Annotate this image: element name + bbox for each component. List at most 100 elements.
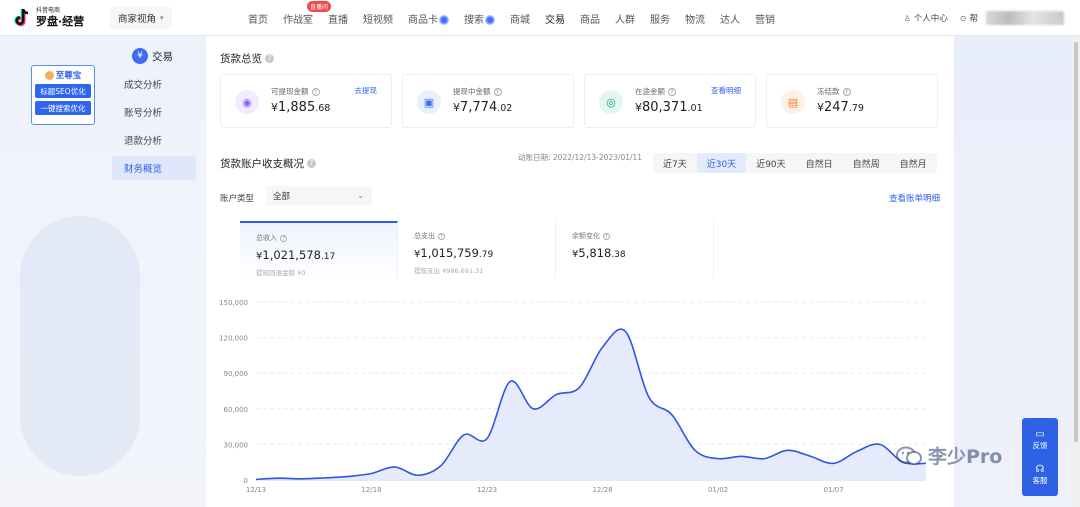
card-link[interactable]: 去提现 xyxy=(355,85,378,96)
menu-item-5[interactable]: 搜索 xyxy=(464,11,495,26)
zhizunbao-promo: 至尊宝 标题SEO优化 一键搜索优化 xyxy=(31,65,95,125)
menu-item-label: 首页 xyxy=(248,14,268,26)
card-link[interactable]: 查看明细 xyxy=(711,85,741,96)
feedback-button[interactable]: ▭ 反馈 xyxy=(1033,429,1048,451)
service-button[interactable]: ☊ 客服 xyxy=(1033,464,1048,486)
range-tab-1[interactable]: 近30天 xyxy=(696,153,747,173)
bill-detail-link[interactable]: 查看账单明细 xyxy=(889,192,940,204)
y-tick-label: 60,000 xyxy=(224,406,249,414)
question-icon[interactable]: ? xyxy=(668,87,676,96)
sidebar-item-0[interactable]: 成交分析 xyxy=(112,72,196,96)
sidebar: ¥ 交易 成交分析账号分析退款分析财务概览 xyxy=(112,44,196,180)
summary-label: 余额变化 xyxy=(572,232,600,240)
menu-item-label: 直播 xyxy=(328,14,348,26)
wallet-icon: ◉ xyxy=(235,90,259,114)
menu-item-4[interactable]: 商品卡 xyxy=(408,11,449,26)
help-link[interactable]: ⊙ 帮 xyxy=(959,12,978,25)
summary-tab-1[interactable]: 总支出? ¥1,015,759.79 提现支出 ¥986,691.31 xyxy=(398,221,556,279)
help-icon: ⊙ xyxy=(959,13,967,23)
sidebar-item-2[interactable]: 退款分析 xyxy=(112,128,196,152)
date-range-tabs: 近7天 近30天 近90天 自然日 自然周 自然月 xyxy=(653,153,937,173)
range-tab-2[interactable]: 近90天 xyxy=(746,153,795,173)
summary-tabs: 总收入? ¥1,021,578.17 提现回退金额 ¥0 总支出? ¥1,015,759… xyxy=(240,221,714,279)
title-seo-button[interactable]: 标题SEO优化 xyxy=(35,84,91,98)
question-icon[interactable]: ? xyxy=(311,87,320,96)
account-type-label: 账户类型 xyxy=(220,194,255,204)
overview-card: ▤ 冻结款? ¥247.79 xyxy=(766,74,938,128)
menu-item-3[interactable]: 短视频 xyxy=(363,11,393,26)
range-tab-0[interactable]: 近7天 xyxy=(653,153,697,173)
wechat-icon xyxy=(896,446,922,465)
range-tab-5[interactable]: 自然月 xyxy=(890,153,937,173)
menu-item-7[interactable]: 交易 xyxy=(545,11,565,26)
menu-item-label: 商城 xyxy=(510,14,530,26)
x-tick-label: 01/07 xyxy=(823,486,843,494)
account-avatar[interactable] xyxy=(986,11,1064,25)
summary-value: ¥1,021,578.17 xyxy=(256,248,336,262)
headset-icon: ☊ xyxy=(1035,463,1045,475)
menu-item-label: 短视频 xyxy=(363,14,393,26)
summary-tab-2[interactable]: 余额变化? ¥5,818.38 xyxy=(556,221,714,279)
x-tick-label: 12/23 xyxy=(477,486,497,494)
service-label: 客服 xyxy=(1032,475,1048,485)
question-icon[interactable]: ? xyxy=(603,232,610,240)
help-label: 帮 xyxy=(969,14,978,24)
account-type-select[interactable]: 全部 ⌄ xyxy=(266,186,372,206)
coins-icon: ◎ xyxy=(599,90,623,114)
x-tick-label: 12/13 xyxy=(246,486,266,494)
menu-item-label: 人群 xyxy=(615,14,635,26)
merchant-view-dropdown[interactable]: 商家视角 ▾ xyxy=(110,6,172,29)
overview-cards: ◉ 可提现金额? 去提现 ¥1,885.68 ▣ 提现中金额? ¥7,774.02 ◎ 在途金额… xyxy=(220,74,938,128)
menu-item-label: 交易 xyxy=(545,14,565,26)
top-navigation-bar: 抖音电商 罗盘·经营 商家视角 ▾ 首页 作战室 直播间 直播 短视频 商品卡 搜索 商城 交易… xyxy=(0,0,1080,36)
personal-center-link[interactable]: ♙ 个人中心 xyxy=(904,12,948,25)
compass-logo[interactable]: 抖音电商 罗盘·经营 xyxy=(14,8,98,28)
menu-item-label: 作战室 xyxy=(283,14,313,26)
personal-center-label: 个人中心 xyxy=(913,14,948,24)
overview-card: ▣ 提现中金额? ¥7,774.02 xyxy=(402,74,574,128)
main-menu: 首页 作战室 直播间 直播 短视频 商品卡 搜索 商城 交易 商品 人群 服务 物流 达人 营销 xyxy=(248,0,790,36)
account-type-value: 全部 xyxy=(273,192,291,202)
menu-item-10[interactable]: 服务 xyxy=(650,11,670,26)
menu-item-2[interactable]: 直播 xyxy=(328,11,348,26)
menu-item-13[interactable]: 营销 xyxy=(755,11,775,26)
overview-title: 货款总览 ? xyxy=(220,51,274,66)
summary-sub: 提现支出 ¥986,691.31 xyxy=(414,267,484,275)
question-icon[interactable]: ? xyxy=(265,54,274,63)
menu-item-8[interactable]: 商品 xyxy=(580,11,600,26)
menu-item-11[interactable]: 物流 xyxy=(685,11,705,26)
menu-item-6[interactable]: 商城 xyxy=(510,11,530,26)
sidebar-item-3[interactable]: 财务概览 xyxy=(112,156,196,180)
logo-title: 罗盘·经营 xyxy=(36,15,85,28)
card-value: ¥1,885.68 xyxy=(271,100,331,115)
yuan-icon: ¥ xyxy=(132,48,148,64)
search-optimize-button[interactable]: 一键搜索优化 xyxy=(35,101,91,115)
question-icon[interactable]: ? xyxy=(493,87,502,96)
sidebar-head-trade: ¥ 交易 xyxy=(112,44,196,68)
date-range-label: 动账日期: 2022/12/13-2023/01/11 xyxy=(518,153,643,162)
question-icon[interactable]: ? xyxy=(438,232,445,240)
sidebar-head-label: 交易 xyxy=(152,50,173,63)
menu-item-9[interactable]: 人群 xyxy=(615,11,635,26)
question-icon[interactable]: ? xyxy=(307,159,316,168)
question-icon[interactable]: ? xyxy=(842,87,851,96)
menu-item-12[interactable]: 达人 xyxy=(720,11,740,26)
question-icon[interactable]: ? xyxy=(280,234,287,242)
menu-item-0[interactable]: 首页 xyxy=(248,11,268,26)
menu-item-label: 物流 xyxy=(685,14,705,26)
menu-item-label: 商品卡 xyxy=(408,14,438,26)
menu-item-1[interactable]: 作战室 直播间 xyxy=(283,0,331,26)
summary-tab-0[interactable]: 总收入? ¥1,021,578.17 提现回退金额 ¥0 xyxy=(240,221,398,279)
menu-item-label: 搜索 xyxy=(464,14,484,26)
watermark-text: 李少Pro xyxy=(928,446,1003,468)
chevron-down-icon: ⌄ xyxy=(357,191,364,200)
range-tab-3[interactable]: 自然日 xyxy=(796,153,843,173)
float-toolbar: ▭ 反馈 ☊ 客服 xyxy=(1022,418,1058,496)
card-label: 提现中金额 xyxy=(453,87,491,96)
feedback-label: 反馈 xyxy=(1032,440,1048,450)
card-value: ¥7,774.02 xyxy=(453,100,513,115)
range-tab-4[interactable]: 自然周 xyxy=(843,153,890,173)
page-scrollbar[interactable] xyxy=(1072,36,1080,507)
sidebar-item-1[interactable]: 账号分析 xyxy=(112,100,196,124)
logo-subtitle: 抖音电商 xyxy=(36,7,61,14)
